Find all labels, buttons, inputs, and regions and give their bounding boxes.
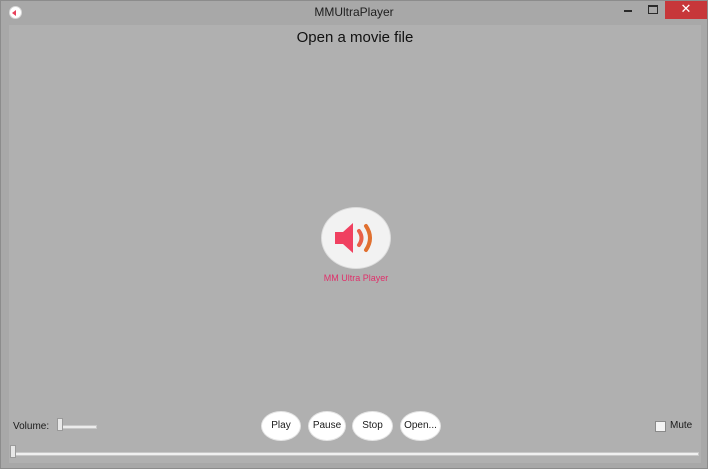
maximize-icon (648, 4, 658, 14)
speaker-icon (335, 223, 372, 253)
close-icon: ✕ (680, 2, 692, 17)
pause-button[interactable]: Pause (308, 411, 346, 441)
logo-caption: MM Ultra Player (323, 273, 389, 283)
title-bar[interactable]: MMUltraPlayer ✕ (1, 1, 707, 25)
volume-slider-thumb[interactable] (57, 418, 63, 431)
play-button[interactable]: Play (261, 411, 301, 441)
close-button[interactable]: ✕ (665, 1, 707, 19)
mute-label: Mute (670, 420, 693, 431)
page-title: Open a movie file (296, 29, 414, 46)
stop-button[interactable]: Stop (352, 411, 393, 441)
open-button[interactable]: Open... (400, 411, 441, 441)
seek-slider[interactable] (13, 452, 699, 456)
mute-checkbox[interactable] (655, 421, 666, 432)
volume-slider[interactable] (59, 425, 97, 429)
player-logo (321, 207, 391, 269)
volume-label: Volume: (13, 421, 50, 432)
seek-slider-thumb[interactable] (10, 445, 16, 458)
maximize-button[interactable] (641, 1, 665, 19)
minimize-icon (624, 10, 632, 12)
player-window: MMUltraPlayer ✕ Open a movie file MM Ult… (0, 0, 708, 469)
video-area[interactable]: Open a movie file MM Ultra Player Volume… (9, 25, 701, 463)
minimize-button[interactable] (615, 1, 641, 19)
window-title: MMUltraPlayer (314, 5, 394, 19)
